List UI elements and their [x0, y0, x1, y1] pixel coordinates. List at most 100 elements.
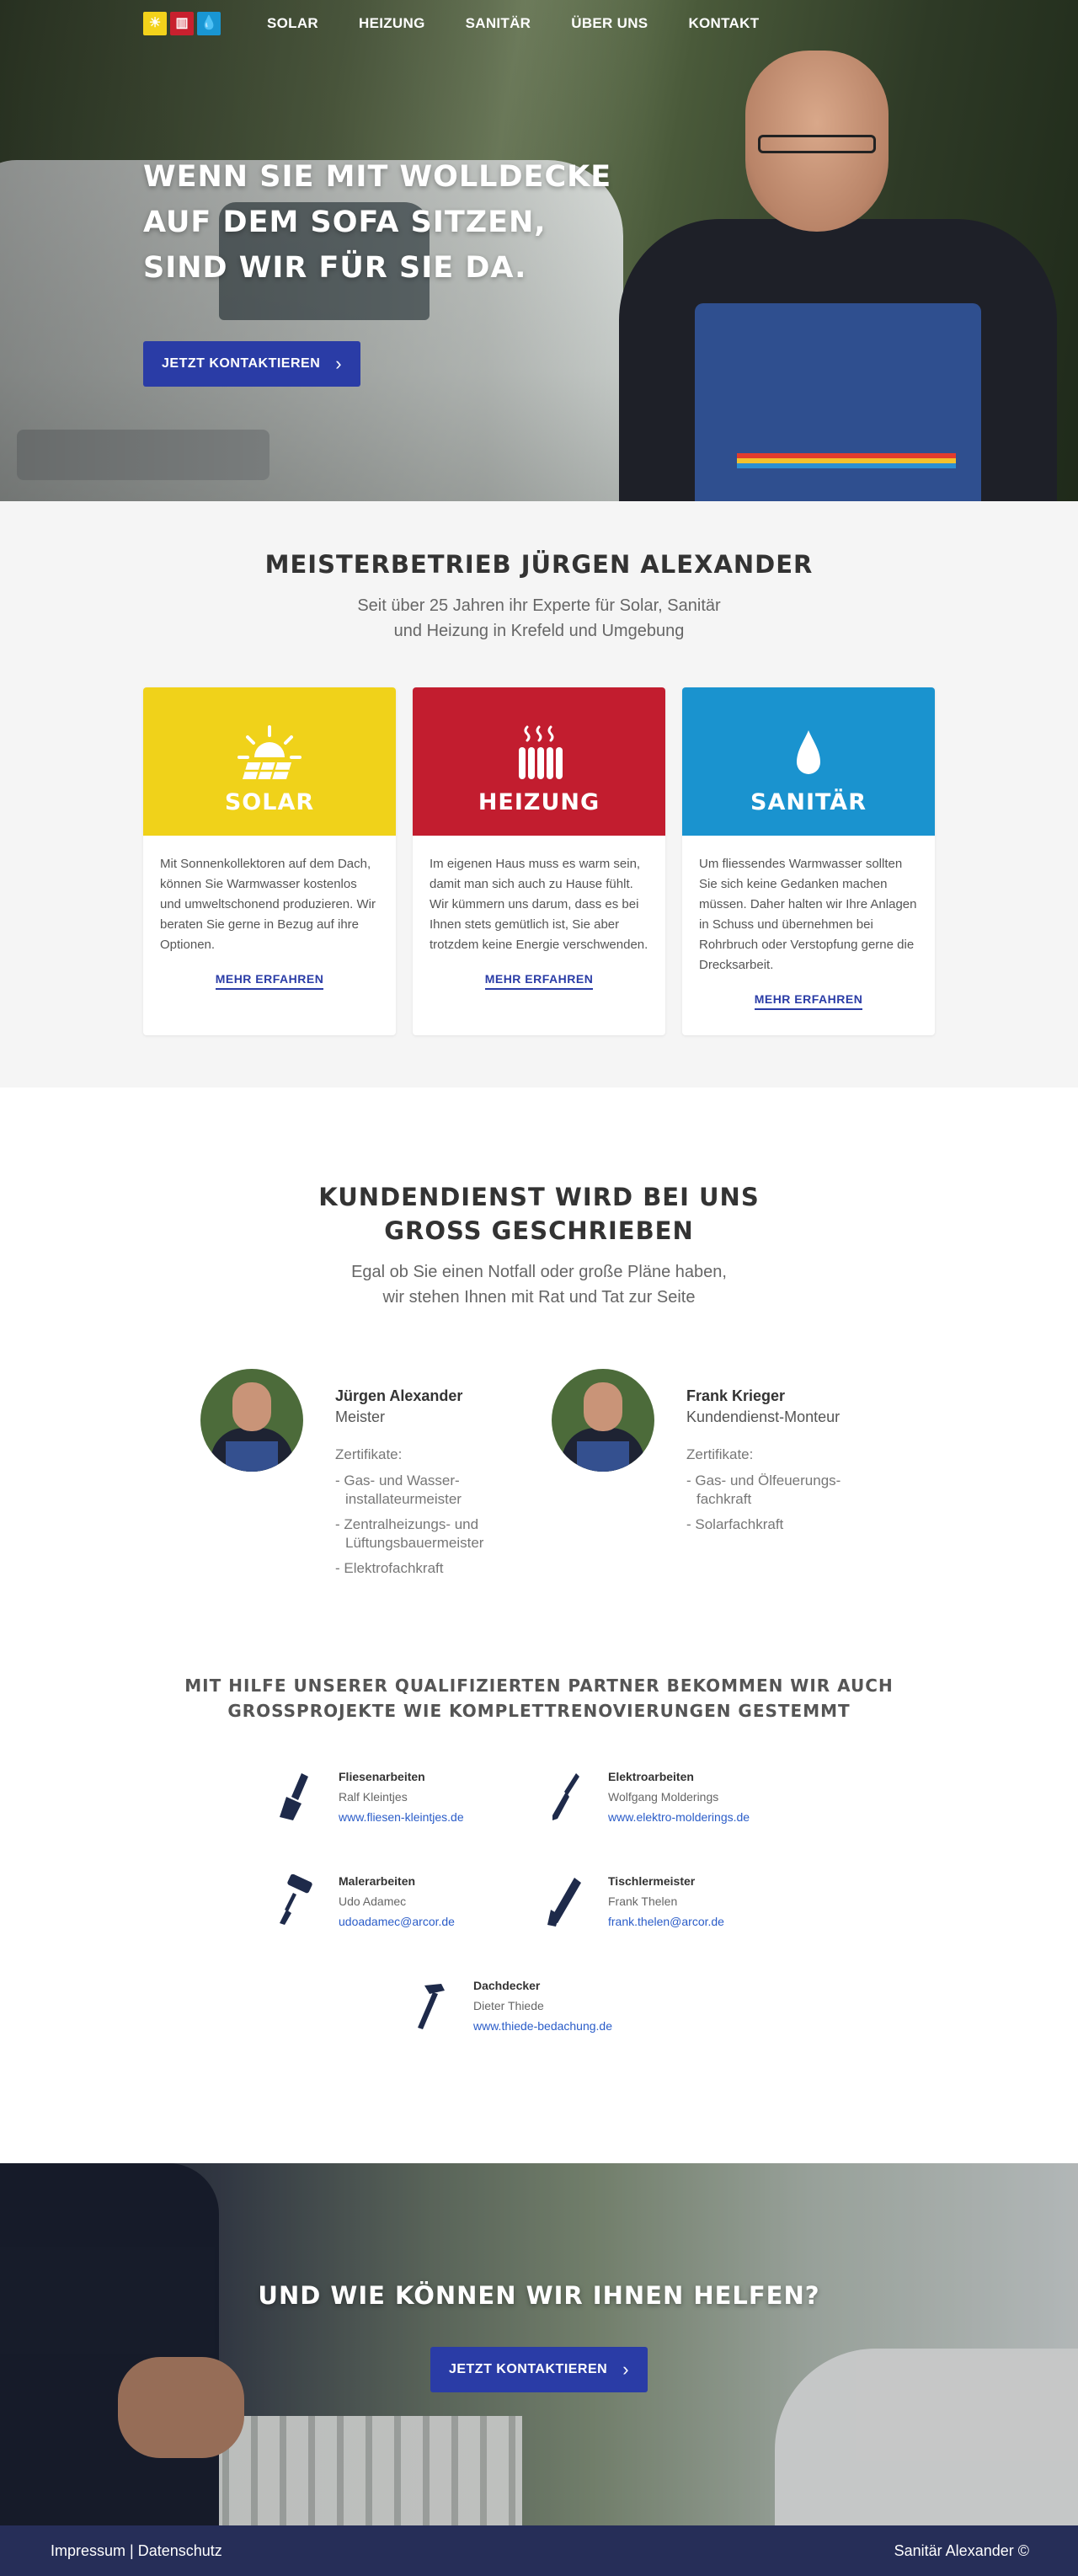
nav-item-kontakt[interactable]: KONTAKT	[688, 15, 759, 32]
kundendienst-title: KUNDENDIENST WIRD BEI UNS GROSS GESCHRIE…	[143, 1180, 935, 1248]
heizung-icon: ▥	[170, 12, 194, 35]
chevron-right-icon: ›	[622, 2359, 630, 2380]
partner-info: Dachdecker Dieter Thiede www.thiede-beda…	[473, 1979, 612, 2033]
cta-content: UND WIE KÖNNEN WIR IHNEN HELFEN? JETZT K…	[0, 2163, 1078, 2392]
solar-icon: ☀	[143, 12, 167, 35]
sun-panel-icon	[237, 725, 302, 780]
partner-list: Fliesenarbeiten Ralf Kleintjes www.flies…	[143, 1770, 935, 2083]
partner-trade: Dachdecker	[473, 1979, 541, 1992]
logo[interactable]: ☀ ▥ 💧	[143, 12, 221, 35]
paint-roller-icon	[280, 1874, 312, 1925]
hero-contact-button-label: JETZT KONTAKTIEREN	[162, 356, 321, 371]
saw-icon	[547, 1878, 581, 1927]
kundendienst-section: KUNDENDIENST WIRD BEI UNS GROSS GESCHRIE…	[0, 1088, 1078, 1627]
hero-content: WENN SIE MIT WOLLDECKE AUF DEM SOFA SITZ…	[143, 154, 611, 387]
partner-trade: Fliesenarbeiten	[339, 1770, 425, 1783]
hero-headline-line: AUF DEM SOFA SITZEN,	[143, 206, 547, 239]
member-role: Kundendienst-Monteur	[686, 1408, 841, 1425]
nav-item-solar[interactable]: SOLAR	[267, 15, 318, 32]
service-card-text: Um fliessendes Warmwasser sollten Sie si…	[699, 857, 917, 972]
avatar	[200, 1369, 303, 1472]
datenschutz-link[interactable]: Datenschutz	[138, 2542, 222, 2559]
services-section: MEISTERBETRIEB JÜRGEN ALEXANDER Seit übe…	[0, 501, 1078, 1088]
member-name: Jürgen Alexander	[335, 1387, 463, 1404]
partners-section: MIT HILFE UNSERER QUALIFIZIERTEN PARTNER…	[0, 1627, 1078, 2163]
footer-links: Impressum | Datenschutz	[51, 2542, 222, 2560]
service-card-heizung-header: HEIZUNG	[413, 687, 665, 836]
hero-headline: WENN SIE MIT WOLLDECKE AUF DEM SOFA SITZ…	[143, 154, 611, 291]
kundendienst-title-line: GROSS GESCHRIEBEN	[384, 1216, 694, 1245]
partner-link[interactable]: www.fliesen-kleintjes.de	[339, 1810, 464, 1824]
service-card-solar: SOLAR Mit Sonnenkollektoren auf dem Dach…	[143, 687, 396, 1035]
kundendienst-subtitle: Egal ob Sie einen Notfall oder große Plä…	[143, 1259, 935, 1310]
partner-item: Elektroarbeiten Wolfgang Molderings www.…	[539, 1770, 808, 1824]
member-info: Jürgen Alexander Meister Zertifikate: - …	[335, 1369, 526, 1585]
member-name: Frank Krieger	[686, 1387, 786, 1404]
services-subtitle-line: und Heizung in Krefeld und Umgebung	[393, 622, 685, 640]
hero-person-image	[619, 51, 1057, 501]
partner-item: Malerarbeiten Udo Adamec udoadamec@arcor…	[270, 1874, 539, 1928]
member-cert-label: Zertifikate:	[686, 1446, 754, 1462]
member-role: Meister	[335, 1408, 386, 1425]
partner-person: Frank Thelen	[608, 1895, 678, 1908]
kundendienst-title-line: KUNDENDIENST WIRD BEI UNS	[318, 1183, 760, 1211]
footer-separator: |	[130, 2541, 134, 2559]
member-cert-item: - Elektrofachkraft	[335, 1560, 444, 1576]
service-card-text: Mit Sonnenkollektoren auf dem Dach, könn…	[160, 857, 376, 952]
screwdriver-icon	[552, 1773, 579, 1820]
service-card-solar-header: SOLAR	[143, 687, 396, 836]
partner-person: Dieter Thiede	[473, 1999, 544, 2012]
services-subtitle: Seit über 25 Jahren ihr Experte für Sola…	[143, 593, 935, 644]
hammer-icon	[418, 1984, 445, 2029]
partner-info: Malerarbeiten Udo Adamec udoadamec@arcor…	[339, 1874, 455, 1928]
service-card-sanitaer-link[interactable]: MEHR ERFAHREN	[754, 992, 863, 1010]
partner-link[interactable]: www.thiede-bedachung.de	[473, 2019, 612, 2033]
service-card-sanitaer: SANITÄR Um fliessendes Warmwasser sollte…	[682, 687, 935, 1035]
member-cert-list: - Gas- und Ölfeuerungs- fachkraft - Sola…	[686, 1472, 878, 1534]
member-cert-list: - Gas- und Wasser- installateurmeister -…	[335, 1472, 526, 1578]
services-title: MEISTERBETRIEB JÜRGEN ALEXANDER	[264, 550, 814, 579]
partner-item: Fliesenarbeiten Ralf Kleintjes www.flies…	[270, 1770, 539, 1824]
cta-contact-button[interactable]: JETZT KONTAKTIEREN ›	[430, 2347, 648, 2392]
service-card-solar-link[interactable]: MEHR ERFAHREN	[215, 972, 324, 990]
nav-item-heizung[interactable]: HEIZUNG	[359, 15, 425, 32]
service-cards: SOLAR Mit Sonnenkollektoren auf dem Dach…	[143, 687, 935, 1035]
sanitaer-icon: 💧	[197, 12, 221, 35]
member-cert-label: Zertifikate:	[335, 1446, 403, 1462]
service-card-title: HEIZUNG	[478, 789, 600, 815]
service-card-title: SOLAR	[224, 789, 315, 815]
partner-info: Tischlermeister Frank Thelen frank.thele…	[608, 1874, 724, 1928]
services-subtitle-line: Seit über 25 Jahren ihr Experte für Sola…	[357, 596, 721, 615]
trowel-icon	[280, 1773, 308, 1820]
nav-item-sanitaer[interactable]: SANITÄR	[466, 15, 531, 32]
cta-section: UND WIE KÖNNEN WIR IHNEN HELFEN? JETZT K…	[0, 2163, 1078, 2525]
member-cert-item: - Zentralheizungs- und Lüftungsbauermeis…	[335, 1516, 484, 1551]
partner-item: Tischlermeister Frank Thelen frank.thele…	[539, 1874, 808, 1928]
main-nav: ☀ ▥ 💧 SOLAR HEIZUNG SANITÄR ÜBER UNS KON…	[0, 0, 1078, 47]
partners-title-line: GROSSPROJEKTE WIE KOMPLETTRENOVIERUNGEN …	[227, 1701, 851, 1721]
partner-link[interactable]: udoadamec@arcor.de	[339, 1915, 455, 1928]
hero-contact-button[interactable]: JETZT KONTAKTIEREN ›	[143, 341, 361, 387]
partner-info: Elektroarbeiten Wolfgang Molderings www.…	[608, 1770, 750, 1824]
service-card-sanitaer-header: SANITÄR	[682, 687, 935, 836]
hero-section: ☀ ▥ 💧 SOLAR HEIZUNG SANITÄR ÜBER UNS KON…	[0, 0, 1078, 501]
hero-headline-line: WENN SIE MIT WOLLDECKE	[143, 160, 612, 194]
member-cert-item: - Gas- und Ölfeuerungs- fachkraft	[686, 1472, 841, 1507]
cta-title: UND WIE KÖNNEN WIR IHNEN HELFEN?	[258, 2281, 820, 2310]
hero-headline-line: SIND WIR FÜR SIE DA.	[143, 251, 527, 285]
partner-link[interactable]: www.elektro-molderings.de	[608, 1810, 750, 1824]
partners-title-line: MIT HILFE UNSERER QUALIFIZIERTEN PARTNER…	[184, 1675, 894, 1696]
footer-copyright: Sanitär Alexander ©	[894, 2541, 1029, 2559]
service-card-title: SANITÄR	[750, 789, 867, 815]
service-card-body: Mit Sonnenkollektoren auf dem Dach, könn…	[143, 836, 396, 1015]
service-card-heizung-link[interactable]: MEHR ERFAHREN	[484, 972, 594, 990]
service-card-body: Im eigenen Haus muss es warm sein, damit…	[413, 836, 665, 1015]
partner-person: Udo Adamec	[339, 1895, 407, 1908]
impressum-link[interactable]: Impressum	[51, 2542, 125, 2559]
partner-info: Fliesenarbeiten Ralf Kleintjes www.flies…	[339, 1770, 464, 1824]
partner-trade: Malerarbeiten	[339, 1874, 416, 1888]
partner-item: Dachdecker Dieter Thiede www.thiede-beda…	[404, 1979, 674, 2033]
nav-item-ueber-uns[interactable]: ÜBER UNS	[571, 15, 648, 32]
partner-link[interactable]: frank.thelen@arcor.de	[608, 1915, 724, 1928]
service-card-body: Um fliessendes Warmwasser sollten Sie si…	[682, 836, 935, 1035]
